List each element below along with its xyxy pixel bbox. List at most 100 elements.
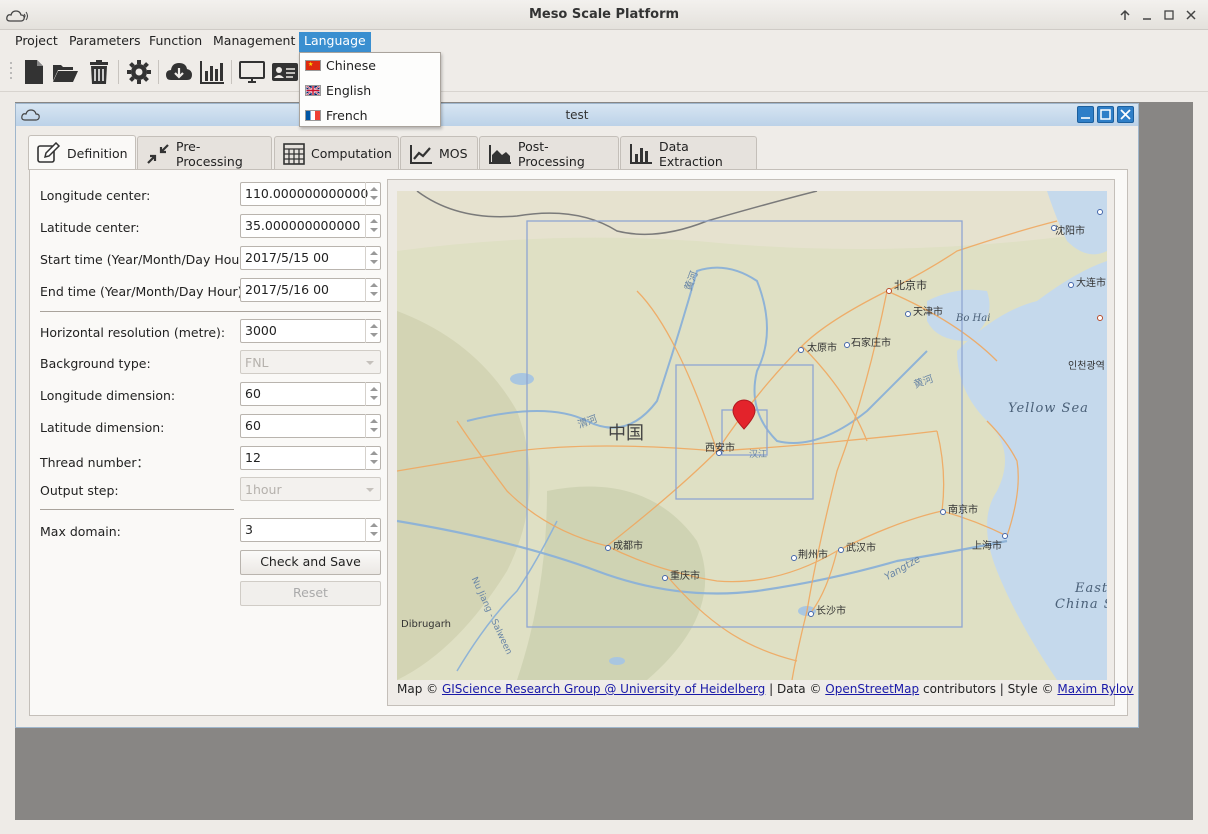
menu-function[interactable]: Function — [144, 32, 207, 52]
tab-label: Computation — [311, 146, 392, 161]
tab-computation[interactable]: Computation — [274, 136, 399, 170]
city-marker — [905, 311, 911, 317]
minimize-button[interactable] — [1138, 7, 1156, 24]
city-marker — [1097, 315, 1103, 321]
horizontal-resolution-label: Horizontal resolution (metre): — [40, 325, 226, 340]
maximize-button[interactable] — [1160, 7, 1178, 24]
line-chart-icon — [410, 144, 432, 164]
id-card-icon[interactable] — [271, 58, 299, 86]
chevron-down-icon — [366, 361, 374, 365]
start-time-stepper[interactable] — [365, 246, 381, 270]
latitude-dimension-stepper[interactable] — [365, 414, 381, 438]
city-marker — [605, 545, 611, 551]
city-marker — [844, 342, 850, 348]
horizontal-resolution-input[interactable]: 3000 — [240, 319, 381, 343]
attribution-link-giscience[interactable]: GIScience Research Group @ University of… — [442, 682, 765, 696]
trash-icon[interactable] — [85, 58, 113, 86]
map-label-bohai: Bo Hai — [956, 313, 991, 324]
maximize-icon — [1164, 10, 1174, 20]
city-marker — [808, 611, 814, 617]
tab-data-extraction[interactable]: Data Extraction — [620, 136, 757, 170]
tab-definition[interactable]: Definition — [28, 135, 136, 170]
map-label-east-china-sea-1: East — [1075, 581, 1107, 596]
tab-label: Definition — [67, 145, 128, 161]
map-label-nanjing: 南京市 — [948, 505, 978, 516]
city-marker — [662, 575, 668, 581]
window-title-bar: Meso Scale Platform — [0, 0, 1208, 30]
attribution-link-osm[interactable]: OpenStreetMap — [825, 682, 919, 696]
uk-flag-icon — [305, 85, 321, 96]
tab-mos[interactable]: MOS — [400, 136, 478, 170]
horizontal-resolution-stepper[interactable] — [365, 319, 381, 343]
new-file-icon[interactable] — [20, 58, 48, 86]
longitude-center-stepper[interactable] — [365, 182, 381, 206]
language-option-label: English — [326, 83, 372, 98]
cloud-download-icon[interactable] — [165, 58, 193, 86]
thread-number-input[interactable]: 12 — [240, 446, 381, 470]
gear-icon[interactable] — [125, 58, 153, 86]
city-marker — [798, 347, 804, 353]
map-label-beijing: 北京市 — [894, 279, 927, 292]
max-domain-input[interactable]: 3 — [240, 518, 381, 542]
attribution-link-maxim-rylov[interactable]: Maxim Rylov — [1057, 682, 1133, 696]
map-label-changsha: 长沙市 — [816, 606, 846, 617]
city-marker — [791, 555, 797, 561]
map-label-chengdu: 成都市 — [613, 541, 643, 552]
latitude-center-stepper[interactable] — [365, 214, 381, 238]
output-step-label: Output step: — [40, 483, 119, 498]
france-flag-icon — [305, 110, 321, 121]
child-window: test Definition Pre-Processing Computati… — [15, 103, 1139, 728]
language-option-chinese[interactable]: ★ Chinese — [300, 53, 440, 78]
background-type-select[interactable]: FNL — [240, 350, 381, 374]
check-and-save-button[interactable]: Check and Save — [240, 550, 381, 575]
latitude-center-label: Latitude center: — [40, 220, 140, 235]
tab-pre-processing[interactable]: Pre-Processing — [137, 136, 272, 170]
child-title: test — [565, 108, 589, 122]
tab-label: Post-Processing — [518, 138, 585, 169]
city-marker — [838, 547, 844, 553]
calculator-icon — [283, 142, 305, 165]
longitude-dimension-stepper[interactable] — [365, 382, 381, 406]
child-minimize-button[interactable] — [1077, 106, 1094, 123]
end-time-input[interactable]: 2017/5/16 00 — [240, 278, 381, 302]
open-folder-icon[interactable] — [51, 58, 79, 86]
map-view[interactable]: 北京市 天津市 太原市 石家庄市 西安市 中国 成都市 重庆市 荆州市 武汉市 … — [397, 191, 1107, 680]
map-label-dalian: 大连市 — [1076, 278, 1106, 289]
map-label-han: 汉江 — [749, 450, 768, 460]
toolbar-handle[interactable] — [9, 60, 13, 84]
language-option-english[interactable]: English — [300, 78, 440, 103]
output-step-select[interactable]: 1hour — [240, 477, 381, 501]
menu-project[interactable]: Project — [10, 32, 63, 52]
menu-language[interactable]: Language — [299, 32, 371, 52]
longitude-dimension-label: Longitude dimension: — [40, 388, 176, 403]
toolbar-separator — [118, 60, 119, 84]
child-title-bar[interactable]: test — [16, 104, 1138, 126]
start-time-input[interactable]: 2017/5/15 00 — [240, 246, 381, 270]
map-label-dibrugarh: Dibrugarh — [401, 619, 452, 630]
menu-parameters[interactable]: Parameters — [64, 32, 146, 52]
latitude-dimension-input[interactable]: 60 — [240, 414, 381, 438]
map-label-yellow-sea: Yellow Sea — [1008, 401, 1089, 416]
latitude-center-input[interactable]: 35.000000000000 — [240, 214, 381, 238]
monitor-icon[interactable] — [238, 58, 266, 86]
child-maximize-button[interactable] — [1097, 106, 1114, 123]
longitude-dimension-input[interactable]: 60 — [240, 382, 381, 406]
bar-chart-icon[interactable] — [198, 58, 226, 86]
language-option-french[interactable]: French — [300, 103, 440, 128]
menu-management[interactable]: Management — [208, 32, 300, 52]
end-time-stepper[interactable] — [365, 278, 381, 302]
map-label-wuhan: 武汉市 — [846, 543, 876, 554]
bar-chart-icon — [630, 143, 652, 164]
maximize-icon — [1100, 109, 1111, 120]
thread-number-stepper[interactable] — [365, 446, 381, 470]
longitude-center-input[interactable]: 110.000000000000 — [240, 182, 381, 206]
tab-label: Data Extraction — [659, 138, 723, 169]
close-button[interactable] — [1182, 7, 1200, 24]
map-attribution: Map © GIScience Research Group @ Univers… — [397, 680, 1134, 700]
keep-above-button[interactable] — [1116, 7, 1134, 24]
max-domain-stepper[interactable] — [365, 518, 381, 542]
map-canvas[interactable] — [397, 191, 1107, 680]
child-close-button[interactable] — [1117, 106, 1134, 123]
tab-post-processing[interactable]: Post-Processing — [479, 136, 619, 170]
reset-button[interactable]: Reset — [240, 581, 381, 606]
